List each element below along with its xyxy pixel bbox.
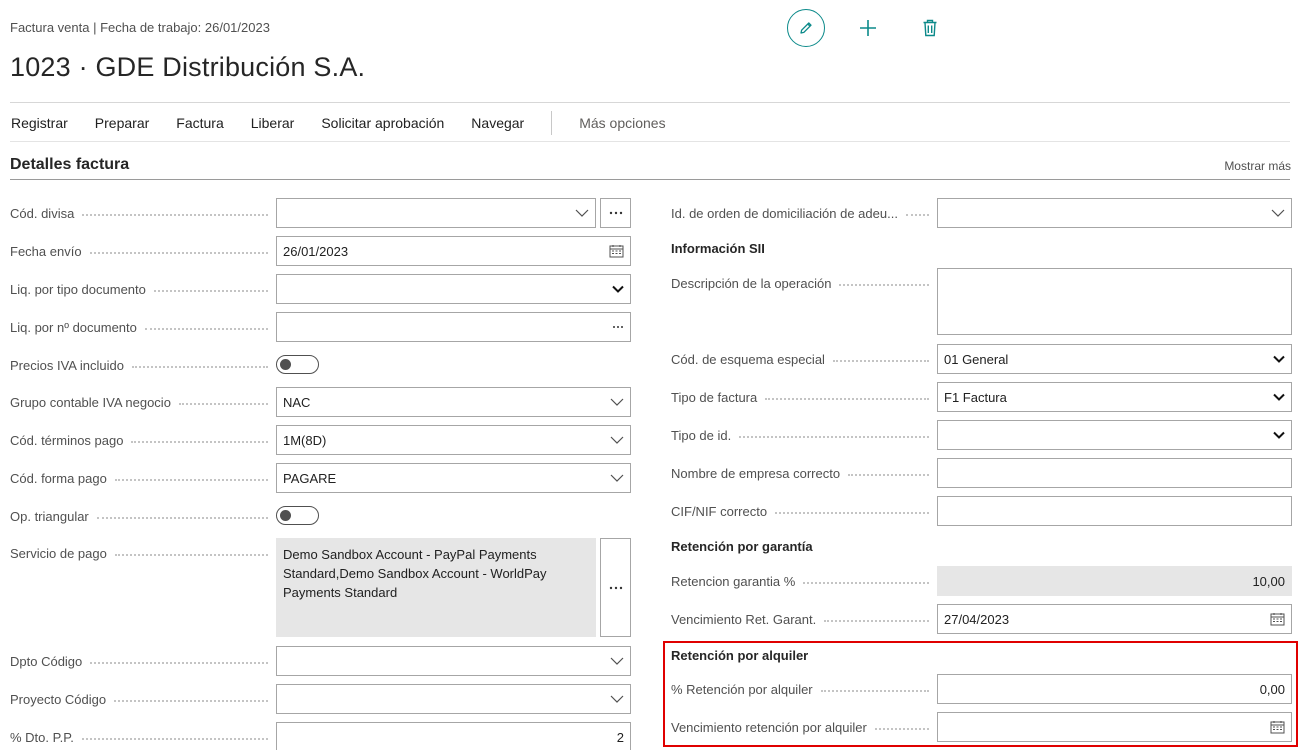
edit-button[interactable] xyxy=(787,9,825,47)
label-terminos-pago: Cód. términos pago xyxy=(10,431,276,449)
label-forma-pago: Cód. forma pago xyxy=(10,469,276,487)
op-triangular-toggle[interactable] xyxy=(276,506,319,525)
label-precios-iva: Precios IVA incluido xyxy=(10,356,276,374)
precios-iva-toggle[interactable] xyxy=(276,355,319,374)
divider xyxy=(10,102,1290,103)
nombre-empresa-field[interactable] xyxy=(937,458,1292,488)
divider xyxy=(10,141,1290,142)
liq-tipo-documento-select[interactable] xyxy=(276,274,631,304)
calendar-icon[interactable] xyxy=(609,244,624,258)
menu-separator xyxy=(551,111,553,135)
pencil-icon xyxy=(800,22,812,34)
section-title[interactable]: Detalles factura xyxy=(10,156,129,174)
label-op-triangular: Op. triangular xyxy=(10,507,276,525)
menu-registrar[interactable]: Registrar xyxy=(11,115,68,135)
retencion-garantia-field: 10,00 xyxy=(937,566,1292,596)
label-descripcion-operacion: Descripción de la operación xyxy=(671,274,937,292)
descripcion-operacion-textarea[interactable] xyxy=(937,268,1292,335)
dto-pp-field[interactable]: 2 xyxy=(276,722,631,750)
menu-liberar[interactable]: Liberar xyxy=(251,115,295,135)
tipo-id-select[interactable] xyxy=(937,420,1292,450)
terminos-pago-select[interactable]: 1M(8D) xyxy=(276,425,631,455)
label-grupo-iva: Grupo contable IVA negocio xyxy=(10,393,276,411)
label-domiciliacion: Id. de orden de domiciliación de adeu... xyxy=(671,204,937,222)
chevron-down-icon xyxy=(575,209,589,217)
menu-mas-opciones[interactable]: Más opciones xyxy=(579,115,665,135)
vencimiento-garantia-field[interactable]: 27/04/2023 xyxy=(937,604,1292,634)
page-title: 1023 · GDE Distribución S.A. xyxy=(10,52,366,82)
servicio-pago-lookup-button[interactable] xyxy=(600,538,631,637)
label-tipo-factura: Tipo de factura xyxy=(671,388,937,406)
chevron-down-icon xyxy=(610,436,624,444)
label-nombre-empresa: Nombre de empresa correcto xyxy=(671,464,937,482)
ellipsis-icon[interactable] xyxy=(612,325,624,329)
label-proyecto-codigo: Proyecto Código xyxy=(10,690,276,708)
esquema-especial-select[interactable]: 01 General xyxy=(937,344,1292,374)
proyecto-codigo-select[interactable] xyxy=(276,684,631,714)
group-informacion-sii: Información SII xyxy=(671,241,765,256)
label-tipo-id: Tipo de id. xyxy=(671,426,937,444)
cod-divisa-lookup-button[interactable] xyxy=(600,198,631,228)
servicio-pago-field[interactable]: Demo Sandbox Account - PayPal Payments S… xyxy=(276,538,596,637)
label-dpto-codigo: Dpto Código xyxy=(10,652,276,670)
show-more-link[interactable]: Mostrar más xyxy=(1224,159,1291,173)
trash-icon xyxy=(923,19,937,37)
delete-button[interactable] xyxy=(917,15,943,41)
calendar-icon[interactable] xyxy=(1270,612,1285,626)
fecha-envio-field[interactable]: 26/01/2023 xyxy=(276,236,631,266)
cod-divisa-select[interactable] xyxy=(276,198,596,228)
ellipsis-icon xyxy=(609,211,622,215)
chevron-down-icon xyxy=(1273,431,1285,439)
calendar-icon[interactable] xyxy=(1270,720,1285,734)
cif-nif-field[interactable] xyxy=(937,496,1292,526)
menu-navegar[interactable]: Navegar xyxy=(471,115,524,135)
chevron-down-icon xyxy=(610,474,624,482)
new-button[interactable] xyxy=(855,15,881,41)
group-retencion-alquiler: Retención por alquiler xyxy=(671,648,809,663)
group-retencion-garantia: Retención por garantía xyxy=(671,539,813,554)
label-dto-pp: % Dto. P.P. xyxy=(10,728,276,746)
label-cif-nif: CIF/NIF correcto xyxy=(671,502,937,520)
domiciliacion-select[interactable] xyxy=(937,198,1292,228)
tipo-factura-select[interactable]: F1 Factura xyxy=(937,382,1292,412)
chevron-down-icon xyxy=(612,285,624,293)
ellipsis-icon xyxy=(609,586,622,589)
label-fecha-envio: Fecha envío xyxy=(10,242,276,260)
label-esquema-especial: Cód. de esquema especial xyxy=(671,350,937,368)
forma-pago-select[interactable]: PAGARE xyxy=(276,463,631,493)
dpto-codigo-select[interactable] xyxy=(276,646,631,676)
plus-icon xyxy=(860,20,876,36)
vencimiento-alquiler-field[interactable] xyxy=(937,712,1292,742)
chevron-down-icon xyxy=(610,398,624,406)
grupo-iva-select[interactable]: NAC xyxy=(276,387,631,417)
label-cod-divisa: Cód. divisa xyxy=(10,204,276,222)
retencion-alquiler-field[interactable]: 0,00 xyxy=(937,674,1292,704)
chevron-down-icon xyxy=(1273,393,1285,401)
action-menu: Registrar Preparar Factura Liberar Solic… xyxy=(11,111,693,135)
label-liq-num-documento: Liq. por nº documento xyxy=(10,318,276,336)
page-subtitle: Factura venta | Fecha de trabajo: 26/01/… xyxy=(10,20,270,35)
label-vencimiento-garantia: Vencimiento Ret. Garant. xyxy=(671,610,937,628)
menu-solicitar-aprobacion[interactable]: Solicitar aprobación xyxy=(321,115,444,135)
liq-num-documento-field[interactable] xyxy=(276,312,631,342)
label-retencion-garantia: Retencion garantia % xyxy=(671,572,937,590)
menu-factura[interactable]: Factura xyxy=(176,115,223,135)
section-divider xyxy=(10,179,1290,180)
label-vencimiento-alquiler: Vencimiento retención por alquiler xyxy=(671,718,937,736)
label-retencion-alquiler: % Retención por alquiler xyxy=(671,680,937,698)
chevron-down-icon xyxy=(610,695,624,703)
chevron-down-icon xyxy=(610,657,624,665)
label-servicio-pago: Servicio de pago xyxy=(10,544,276,562)
menu-preparar[interactable]: Preparar xyxy=(95,115,149,135)
chevron-down-icon xyxy=(1273,355,1285,363)
label-liq-tipo-documento: Liq. por tipo documento xyxy=(10,280,276,298)
chevron-down-icon xyxy=(1271,209,1285,217)
